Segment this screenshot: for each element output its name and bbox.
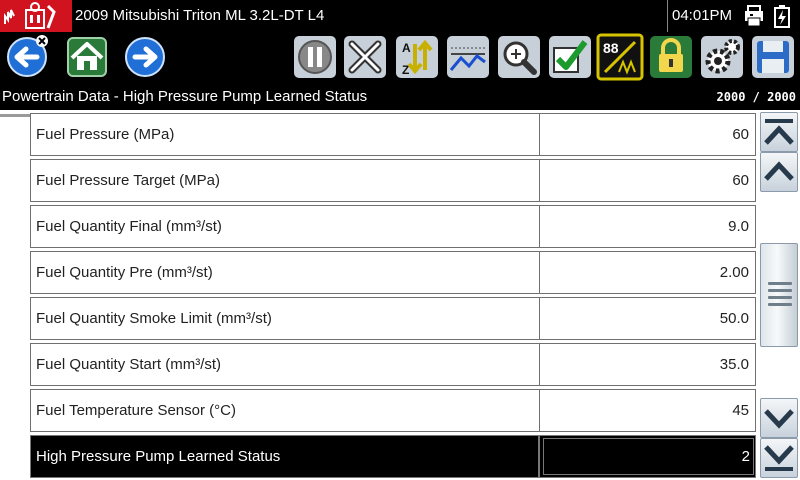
table-row[interactable]: Fuel Pressure (MPa) 60 bbox=[30, 113, 756, 156]
row-value: 9.0 bbox=[728, 218, 749, 235]
sub-header: Powertrain Data - High Pressure Pump Lea… bbox=[0, 86, 800, 110]
back-button[interactable] bbox=[2, 32, 52, 82]
home-button[interactable] bbox=[62, 32, 112, 82]
row-value: 60 bbox=[732, 172, 749, 189]
table-row[interactable]: Fuel Quantity Smoke Limit (mm³/st) 50.0 bbox=[30, 297, 756, 340]
pause-icon bbox=[294, 36, 336, 78]
scroll-up-icon bbox=[764, 161, 794, 181]
select-button[interactable] bbox=[545, 32, 595, 82]
table-row[interactable]: Fuel Quantity Pre (mm³/st) 2.00 bbox=[30, 251, 756, 294]
scroll-down-button[interactable] bbox=[760, 398, 798, 438]
gear-icon bbox=[701, 36, 743, 78]
pid-view-button[interactable]: 88 bbox=[595, 32, 645, 82]
graph-button[interactable] bbox=[443, 32, 493, 82]
lock-icon bbox=[650, 36, 692, 78]
row-value: 2 bbox=[741, 448, 750, 465]
row-label: High Pressure Pump Learned Status bbox=[31, 436, 540, 477]
clock: 04:01PM bbox=[667, 0, 732, 32]
row-label: Fuel Quantity Final (mm³/st) bbox=[31, 206, 540, 247]
scroll-bottom-icon bbox=[764, 445, 794, 471]
row-label: Fuel Quantity Start (mm³/st) bbox=[31, 344, 540, 385]
pid-view-icon: 88 bbox=[596, 33, 644, 81]
row-label: Fuel Pressure Target (MPa) bbox=[31, 160, 540, 201]
table-row-selected[interactable]: High Pressure Pump Learned Status 2 bbox=[30, 435, 756, 478]
zoom-button[interactable] bbox=[494, 32, 544, 82]
scroll-top-button[interactable] bbox=[760, 112, 798, 152]
grip-line bbox=[768, 296, 792, 299]
grip-line bbox=[768, 282, 792, 285]
page-title: Powertrain Data - High Pressure Pump Lea… bbox=[2, 88, 368, 105]
grip-line bbox=[768, 289, 792, 292]
scroll-bottom-button[interactable] bbox=[760, 438, 798, 478]
lock-button[interactable] bbox=[646, 32, 696, 82]
svg-text:88: 88 bbox=[603, 40, 619, 56]
table-row[interactable]: Fuel Pressure Target (MPa) 60 bbox=[30, 159, 756, 202]
table-row[interactable]: Fuel Temperature Sensor (°C) 45 bbox=[30, 389, 756, 432]
snapon-logo-icon bbox=[0, 0, 72, 32]
x-icon bbox=[344, 36, 386, 78]
graph-icon bbox=[447, 36, 489, 78]
row-value: 60 bbox=[732, 126, 749, 143]
pause-button[interactable] bbox=[290, 32, 340, 82]
frame-counter: 2000 / 2000 bbox=[716, 90, 796, 104]
settings-button[interactable] bbox=[697, 32, 747, 82]
back-arrow-icon bbox=[7, 35, 48, 77]
save-icon bbox=[752, 36, 794, 78]
row-label: Fuel Quantity Pre (mm³/st) bbox=[31, 252, 540, 293]
scroll-up-button[interactable] bbox=[760, 152, 798, 192]
scrollbar[interactable] bbox=[758, 110, 800, 480]
title-bar: 2009 Mitsubishi Triton ML 3.2L-DT L4 04:… bbox=[0, 0, 800, 32]
sort-icon: A Z bbox=[396, 36, 438, 78]
row-value: 50.0 bbox=[719, 310, 749, 327]
svg-text:A: A bbox=[402, 41, 411, 55]
forward-button[interactable] bbox=[120, 32, 170, 82]
scroll-down-icon bbox=[764, 409, 794, 429]
vehicle-title: 2009 Mitsubishi Triton ML 3.2L-DT L4 bbox=[75, 7, 325, 24]
table-row[interactable]: Fuel Quantity Final (mm³/st) 9.0 bbox=[30, 205, 756, 248]
clear-button[interactable] bbox=[340, 32, 390, 82]
toolbar: A Z 88 bbox=[0, 32, 800, 117]
forward-arrow-icon bbox=[125, 37, 165, 77]
grip-line bbox=[768, 303, 792, 306]
home-icon bbox=[67, 37, 107, 77]
row-value: 2.00 bbox=[719, 264, 749, 281]
printer-icon[interactable] bbox=[742, 4, 766, 28]
row-value: 45 bbox=[732, 402, 749, 419]
sort-button[interactable]: A Z bbox=[392, 32, 442, 82]
scroll-top-icon bbox=[764, 119, 794, 145]
save-button[interactable] bbox=[748, 32, 798, 82]
row-value: 35.0 bbox=[719, 356, 749, 373]
zoom-icon bbox=[498, 36, 540, 78]
checkmark-icon bbox=[549, 36, 591, 78]
row-label: Fuel Pressure (MPa) bbox=[31, 114, 540, 155]
scroll-thumb[interactable] bbox=[760, 243, 798, 347]
table-row[interactable]: Fuel Quantity Start (mm³/st) 35.0 bbox=[30, 343, 756, 386]
row-label: Fuel Temperature Sensor (°C) bbox=[31, 390, 540, 431]
row-label: Fuel Quantity Smoke Limit (mm³/st) bbox=[31, 298, 540, 339]
battery-icon bbox=[774, 5, 790, 28]
